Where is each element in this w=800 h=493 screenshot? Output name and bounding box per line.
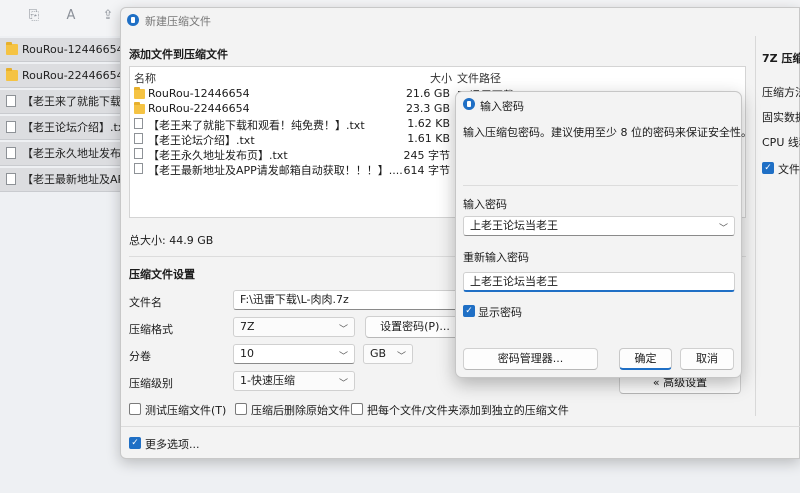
- file-icon: [6, 173, 16, 185]
- chevron-down-icon[interactable]: ﹀: [719, 220, 728, 235]
- password-input[interactable]: 上老王论坛当老王 ﹀: [463, 216, 735, 236]
- level-select[interactable]: 1-快速压缩 ﹀: [233, 371, 355, 391]
- divider: [463, 185, 738, 186]
- format-label: 压缩格式: [129, 323, 173, 336]
- dialog-title: 新建压缩文件: [145, 15, 211, 28]
- more-options-checkbox[interactable]: ✓: [129, 437, 141, 449]
- folder-icon: [6, 68, 18, 81]
- list-item[interactable]: 【老王最新地址及APP请发邮箱自动获取！！！】.txt: [0, 168, 125, 192]
- list-item[interactable]: RouRou-12446654: [0, 38, 125, 62]
- translate-icon[interactable]: A: [63, 8, 79, 24]
- set-password-button[interactable]: 设置密码(P)...: [365, 316, 465, 338]
- file-icon: [6, 121, 16, 133]
- file-icon: [134, 118, 143, 129]
- cancel-button[interactable]: 取消: [680, 348, 734, 370]
- share-icon[interactable]: ⇪: [100, 8, 116, 24]
- seven-z-options-panel: 7Z 压缩选 压缩方法 固实数据 CPU 线程 ✓ 文件名: [755, 36, 800, 416]
- file-icon: [134, 148, 143, 159]
- settings-heading: 压缩文件设置: [129, 268, 195, 281]
- ok-button[interactable]: 确定: [619, 348, 672, 370]
- explorer-file-list: RouRou-12446654 RouRou-22446654 【老王来了就能下…: [0, 38, 125, 194]
- test-archive-checkbox[interactable]: [129, 403, 141, 415]
- file-icon: [6, 147, 16, 159]
- split-unit-select[interactable]: GB ﹀: [363, 344, 413, 364]
- cpu-threads-label: CPU 线程: [762, 136, 800, 149]
- split-size-input[interactable]: 10 ﹀: [233, 344, 355, 364]
- password-dialog: 输入密码 输入压缩包密码。建议使用至少 8 位的密码来保证安全性。 输入密码 上…: [455, 91, 752, 378]
- encrypt-filenames-label: 文件名: [778, 163, 800, 176]
- app-logo-icon: [463, 98, 475, 110]
- separate-archives-checkbox[interactable]: [351, 403, 363, 415]
- solid-label: 固实数据: [762, 111, 800, 124]
- reenter-password-label: 重新输入密码: [463, 251, 529, 264]
- password-description: 输入压缩包密码。建议使用至少 8 位的密码来保证安全性。: [463, 126, 752, 139]
- list-item[interactable]: 【老王永久地址发布页】.txt: [0, 142, 125, 166]
- chevron-down-icon: ﹀: [338, 352, 348, 362]
- column-path[interactable]: 文件路径: [457, 70, 501, 86]
- format-select[interactable]: 7Z ﹀: [233, 317, 355, 337]
- filename-label: 文件名: [129, 296, 162, 309]
- chevron-down-icon: ﹀: [396, 352, 406, 362]
- divider: [121, 426, 800, 427]
- show-password-label: 显示密码: [478, 306, 522, 319]
- app-logo-icon: [127, 14, 139, 26]
- password-manager-button[interactable]: 密码管理器...: [463, 348, 598, 370]
- password-dialog-title: 输入密码: [480, 100, 524, 113]
- chevron-down-icon: ﹀: [338, 379, 348, 389]
- encrypt-filenames-checkbox[interactable]: ✓: [762, 162, 774, 174]
- enter-password-label: 输入密码: [463, 198, 507, 211]
- filename-input[interactable]: F:\迅雷下载\L-肉肉.7z: [233, 290, 463, 310]
- add-files-heading: 添加文件到压缩文件: [129, 48, 228, 61]
- folder-icon: [134, 102, 145, 114]
- test-archive-label: 测试压缩文件(T): [145, 404, 227, 417]
- separate-archives-label: 把每个文件/文件夹添加到独立的压缩文件: [367, 404, 569, 417]
- folder-icon: [134, 87, 145, 99]
- list-item[interactable]: 【老王来了就能下载和观看！纯免费！】.txt: [0, 90, 125, 114]
- more-options-label[interactable]: 更多选项...: [145, 436, 200, 452]
- column-name[interactable]: 名称: [134, 70, 156, 86]
- delete-original-checkbox[interactable]: [235, 403, 247, 415]
- list-item[interactable]: 【老王论坛介绍】.txt: [0, 116, 125, 140]
- level-label: 压缩级别: [129, 377, 173, 390]
- file-icon: [6, 95, 16, 107]
- delete-original-label: 压缩后删除原始文件: [251, 404, 350, 417]
- file-icon: [134, 133, 143, 144]
- reenter-password-input[interactable]: 上老王论坛当老王: [463, 272, 735, 292]
- folder-icon: [6, 42, 18, 55]
- method-label: 压缩方法: [762, 86, 800, 99]
- chevron-down-icon: ﹀: [338, 325, 348, 335]
- column-size[interactable]: 大小: [430, 70, 452, 86]
- copy-icon[interactable]: ⎘: [26, 8, 42, 24]
- dialog-titlebar[interactable]: 新建压缩文件: [121, 8, 799, 32]
- list-item[interactable]: RouRou-22446654: [0, 64, 125, 88]
- split-label: 分卷: [129, 350, 151, 363]
- total-size: 总大小: 44.9 GB: [129, 234, 214, 247]
- file-icon: [134, 163, 143, 174]
- seven-z-options-title: 7Z 压缩选: [762, 52, 800, 65]
- show-password-checkbox[interactable]: ✓: [463, 305, 475, 317]
